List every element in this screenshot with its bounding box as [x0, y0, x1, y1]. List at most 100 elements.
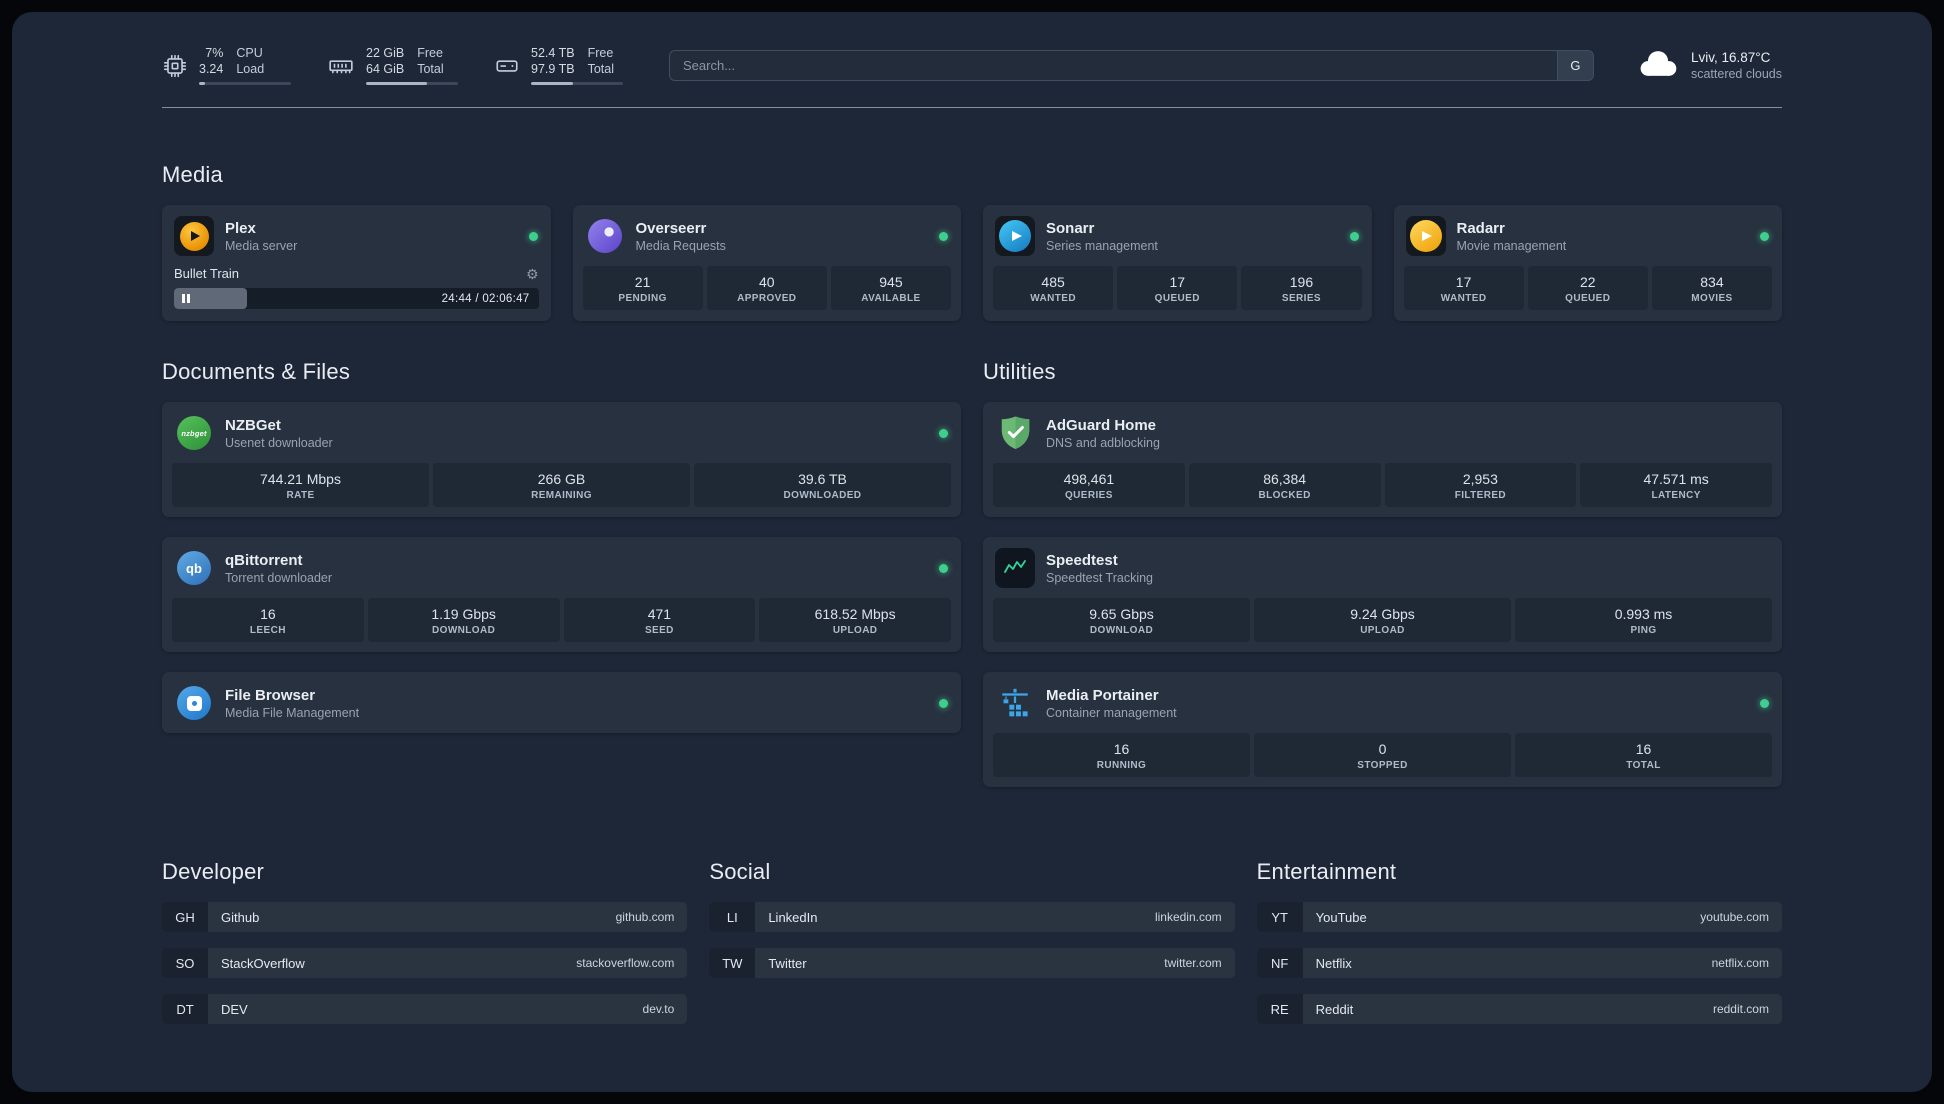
- service-name: Media Portainer: [1046, 686, 1159, 704]
- cloud-icon: [1636, 47, 1680, 84]
- stat-value: 834: [1700, 274, 1724, 291]
- bookmark-abbr: NF: [1256, 948, 1303, 979]
- service-stat: 266 GB REMAINING: [433, 463, 690, 508]
- service-stat: 485 WANTED: [993, 266, 1114, 311]
- bookmark-domain: github.com: [615, 910, 675, 925]
- stat-value: 2,953: [1462, 471, 1498, 488]
- service-card-overseerr[interactable]: Overseerr Media Requests 21 PENDING 40 A…: [572, 205, 961, 322]
- top-bar: 7% 3.24 CPU Load 22 GiB 64 GiB Free Tota…: [162, 46, 1782, 86]
- service-description: Speedtest Tracking: [1046, 570, 1154, 585]
- section-documents: Documents & Files nzbget NZBGet Usenet d…: [162, 359, 961, 734]
- filebrowser-icon: [174, 683, 214, 723]
- stat-label: FILTERED: [1454, 490, 1507, 502]
- search-input[interactable]: [669, 50, 1557, 82]
- service-name: Sonarr: [1046, 219, 1095, 237]
- service-stat: 744.21 Mbps RATE: [172, 463, 429, 508]
- service-stat: 16 TOTAL: [1515, 733, 1772, 778]
- service-name: Speedtest: [1046, 551, 1118, 569]
- bookmark-netflix[interactable]: NF Netflix netflix.com: [1256, 948, 1782, 979]
- service-card-radarr[interactable]: Radarr Movie management 17 WANTED 22 QUE…: [1393, 205, 1782, 322]
- bookmark-stackoverflow[interactable]: SO StackOverflow stackoverflow.com: [162, 948, 688, 979]
- gear-icon[interactable]: ⚙: [526, 267, 539, 281]
- weather-location: Lviv, 16.87°C: [1690, 50, 1771, 66]
- stat-value: 9.24 Gbps: [1350, 606, 1415, 623]
- service-description: Series management: [1046, 238, 1158, 253]
- plex-icon: [174, 216, 214, 257]
- service-card-sonarr[interactable]: Sonarr Series management 485 WANTED 17 Q…: [983, 205, 1372, 322]
- stat-label: WANTED: [1440, 293, 1487, 305]
- stat-value: 17: [1169, 274, 1186, 291]
- service-card-nzbget[interactable]: nzbget NZBGet Usenet downloader 744.21 M…: [162, 402, 961, 518]
- bookmarks-row: Developer GH Github github.com SO StackO…: [162, 859, 1782, 1025]
- bookmark-reddit[interactable]: RE Reddit reddit.com: [1256, 994, 1782, 1025]
- memory-progress-bar: [366, 82, 458, 86]
- media-progress-bar[interactable]: 24:44 / 02:06:47: [174, 288, 539, 310]
- status-dot: [939, 231, 948, 241]
- bookmark-linkedin[interactable]: LI LinkedIn linkedin.com: [709, 902, 1235, 933]
- bookmark-domain: dev.to: [642, 1002, 675, 1017]
- stat-label: SEED: [644, 625, 674, 637]
- service-name: Radarr: [1456, 219, 1505, 237]
- now-playing-title: Bullet Train: [174, 266, 240, 282]
- bookmark-domain: youtube.com: [1700, 910, 1769, 925]
- status-dot: [1349, 231, 1359, 241]
- pause-icon[interactable]: [182, 294, 190, 304]
- bookmark-abbr: LI: [709, 902, 756, 933]
- service-card-adguard[interactable]: AdGuard Home DNS and adblocking 498,461 …: [983, 402, 1782, 518]
- bookmark-twitter[interactable]: TW Twitter twitter.com: [709, 948, 1235, 979]
- bookmark-domain: stackoverflow.com: [576, 956, 675, 971]
- service-stat: 22 QUEUED: [1527, 266, 1648, 311]
- stat-label: QUERIES: [1064, 490, 1113, 502]
- service-card-qbittorrent[interactable]: qb qBittorrent Torrent downloader 16 LEE…: [162, 537, 961, 653]
- service-card-speedtest[interactable]: Speedtest Speedtest Tracking 9.65 Gbps D…: [983, 537, 1782, 653]
- service-stat: 17 WANTED: [1403, 266, 1524, 311]
- stat-label: DOWNLOADED: [783, 490, 862, 502]
- service-name: NZBGet: [225, 416, 281, 434]
- search-provider-button[interactable]: G: [1556, 50, 1594, 82]
- search-bar: G: [669, 50, 1594, 82]
- bookmark-group-entertainment: Entertainment YT YouTube youtube.com NF …: [1256, 859, 1782, 1025]
- bookmark-domain: netflix.com: [1711, 956, 1769, 971]
- service-card-plex[interactable]: Plex Media server Bullet Train ⚙ 24:44 /…: [162, 205, 551, 322]
- stat-label: TOTAL: [1626, 760, 1661, 772]
- stat-label: BLOCKED: [1258, 490, 1311, 502]
- media-grid: Plex Media server Bullet Train ⚙ 24:44 /…: [162, 205, 1782, 322]
- service-card-filebrowser[interactable]: File Browser Media File Management: [162, 672, 961, 734]
- service-stat: 40 APPROVED: [706, 266, 827, 311]
- stat-label: DOWNLOAD: [432, 625, 496, 637]
- resource-value: 97.9 TB: [531, 61, 575, 76]
- sonarr-icon: [995, 216, 1035, 257]
- status-dot: [1760, 698, 1769, 708]
- stat-label: APPROVED: [737, 293, 797, 305]
- service-stat: 9.24 Gbps UPLOAD: [1254, 598, 1511, 643]
- service-stat: 39.6 TB DOWNLOADED: [694, 463, 951, 508]
- bookmark-dev[interactable]: DT DEV dev.to: [162, 994, 688, 1025]
- bookmark-youtube[interactable]: YT YouTube youtube.com: [1256, 902, 1782, 933]
- disk-icon: [494, 53, 520, 79]
- overseerr-icon: [585, 216, 625, 256]
- stat-label: UPLOAD: [832, 625, 878, 637]
- bookmark-group-social: Social LI LinkedIn linkedin.com TW Twitt…: [709, 859, 1235, 1024]
- memory-progress-fill: [366, 82, 427, 86]
- cpu-readout: 7% 3.24 CPU Load: [199, 46, 291, 86]
- stat-label: STOPPED: [1357, 760, 1408, 772]
- stat-label: UPLOAD: [1360, 625, 1405, 637]
- stat-value: 196: [1289, 274, 1314, 291]
- bookmark-name: StackOverflow: [221, 955, 305, 971]
- bookmark-abbr: TW: [709, 948, 756, 979]
- disk-readout: 52.4 TB 97.9 TB Free Total: [531, 46, 623, 86]
- disk-progress-bar: [531, 82, 623, 86]
- service-description: Movie management: [1456, 238, 1567, 253]
- service-stat: 0 STOPPED: [1254, 733, 1511, 778]
- service-stat: 86,384 BLOCKED: [1188, 463, 1381, 508]
- service-card-portainer[interactable]: Media Portainer Container management 16 …: [983, 672, 1782, 788]
- section-title-documents: Documents & Files: [162, 359, 351, 385]
- stat-label: QUEUED: [1154, 293, 1200, 305]
- bookmark-github[interactable]: GH Github github.com: [162, 902, 688, 933]
- dashboard: 7% 3.24 CPU Load 22 GiB 64 GiB Free Tota…: [12, 12, 1932, 1092]
- service-description: Torrent downloader: [225, 570, 333, 585]
- resource-label: CPU: [236, 46, 263, 60]
- service-stat: 196 SERIES: [1241, 266, 1362, 311]
- service-description: Usenet downloader: [225, 435, 333, 450]
- stat-value: 945: [879, 274, 903, 291]
